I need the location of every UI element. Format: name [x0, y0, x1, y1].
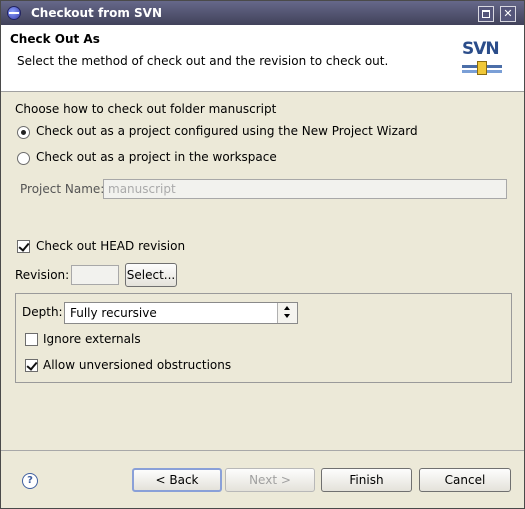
depth-options-group: Depth: Fully recursive Ignore externals … [15, 293, 512, 383]
page-description: Select the method of check out and the r… [17, 54, 389, 68]
window-title: Checkout from SVN [31, 6, 162, 20]
radio-wizard-option[interactable] [17, 126, 30, 139]
radio-workspace-option[interactable] [17, 152, 30, 165]
ignore-externals-checkbox[interactable] [25, 333, 38, 346]
maximize-icon[interactable] [478, 6, 494, 22]
depth-select-value: Fully recursive [70, 306, 157, 320]
head-revision-checkbox[interactable] [17, 240, 30, 253]
ignore-externals-label[interactable]: Ignore externals [43, 332, 141, 346]
revision-input[interactable] [71, 265, 119, 285]
next-button[interactable]: Next > [225, 468, 315, 492]
head-revision-label[interactable]: Check out HEAD revision [36, 239, 185, 253]
depth-label: Depth: [22, 305, 63, 319]
allow-unversioned-label[interactable]: Allow unversioned obstructions [43, 358, 231, 372]
select-revision-button[interactable]: Select... [125, 263, 177, 287]
svn-logo-text: SVN [462, 39, 500, 59]
checkout-prompt: Choose how to check out folder manuscrip… [15, 102, 277, 116]
cancel-button[interactable]: Cancel [419, 468, 511, 492]
footer-divider [1, 450, 524, 451]
spinner-arrows-icon[interactable] [277, 303, 297, 323]
title-bar[interactable]: Checkout from SVN ✕ [1, 1, 524, 25]
radio-workspace-label[interactable]: Check out as a project in the workspace [36, 150, 277, 164]
radio-wizard-label[interactable]: Check out as a project configured using … [36, 124, 418, 138]
page-title: Check Out As [10, 32, 100, 46]
wizard-body: Choose how to check out folder manuscrip… [1, 92, 524, 508]
back-button[interactable]: < Back [132, 468, 222, 492]
allow-unversioned-checkbox[interactable] [25, 359, 38, 372]
revision-label: Revision: [15, 268, 70, 282]
finish-button[interactable]: Finish [321, 468, 412, 492]
checkout-dialog: Checkout from SVN ✕ Check Out As Select … [0, 0, 525, 509]
eclipse-icon [7, 6, 21, 20]
close-icon[interactable]: ✕ [500, 6, 516, 22]
help-icon[interactable]: ? [22, 473, 38, 489]
wizard-header: Check Out As Select the method of check … [1, 25, 524, 92]
project-name-input[interactable]: manuscript [103, 179, 507, 199]
project-name-label: Project Name: [20, 182, 105, 196]
depth-select[interactable]: Fully recursive [64, 302, 298, 324]
svn-logo-icon: SVN [462, 39, 502, 77]
